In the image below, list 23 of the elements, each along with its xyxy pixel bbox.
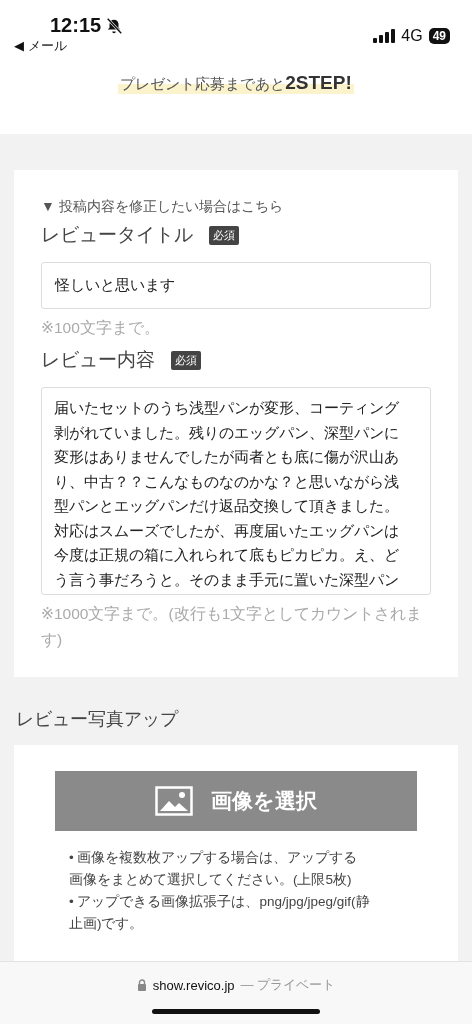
muted-bell-icon — [105, 16, 124, 35]
battery-level: 49 — [428, 28, 450, 44]
field-label: レビュー内容 — [41, 348, 155, 372]
upload-hint: • アップできる画像拡張子は、png/jpg/jpeg/gif(静止画)です。 — [69, 893, 371, 933]
network-type: 4G — [401, 27, 423, 45]
required-badge: 必須 — [209, 225, 239, 245]
private-label: — プライベート — [240, 976, 336, 994]
image-icon — [155, 786, 193, 816]
clock-time: 12:15 — [50, 14, 102, 37]
edit-toggle-link[interactable]: ▼ 投稿内容を修正したい場合はこちら — [41, 198, 431, 216]
limit-note: ※100文字まで。 — [41, 318, 161, 338]
content-text-area[interactable]: 届いたセットのうち浅型パンが変形、コーティング剥がれていました。残りのエッグパン、深型パンに変形はありませんでしたが両者とも底に傷が沢山あり、中古？？こんなものなのかな？と思いながら浅型パンとエッグパンだけ返品交換して頂きました。対応はスムーズでしたが、再度届いたエッグパンは今度は正規の箱に入れられて底もピカピカ。え、どう言う事だろうと。そのまま手元に置いた深型パン — [41, 387, 431, 595]
title-input-field[interactable]: 怪しいと思います — [41, 262, 431, 309]
required-badge: 必須 — [171, 350, 201, 370]
section-title: レビュー写真アップ — [16, 708, 180, 731]
signal-icon — [373, 29, 396, 43]
home-indicator[interactable] — [152, 1009, 320, 1014]
back-link[interactable]: ◀ メール — [14, 37, 124, 55]
url-domain[interactable]: show.revico.jp — [152, 977, 235, 993]
lock-icon — [136, 979, 147, 991]
limit-note: ※1000文字まで。(改行も1文字としてカウントされます) — [41, 604, 424, 650]
field-label: レビュータイトル — [41, 223, 193, 247]
upload-hint: • 画像を複数枚アップする場合は、アップする画像をまとめて選択してください。(上限5枚) — [69, 849, 359, 889]
